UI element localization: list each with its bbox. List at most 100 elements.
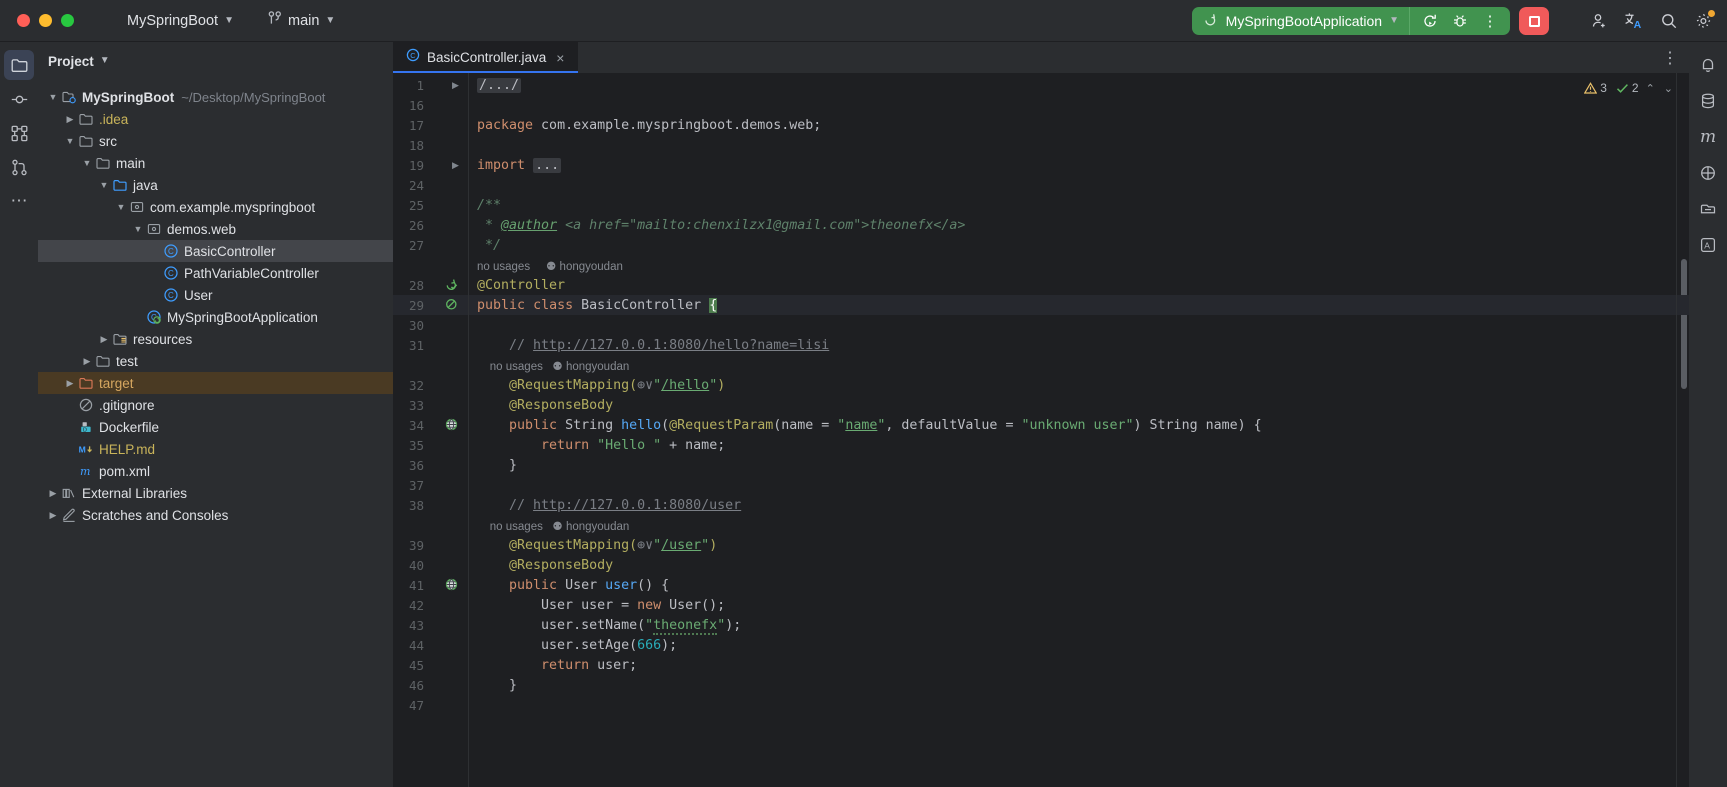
sidebar-item-project[interactable] xyxy=(4,50,34,80)
code-line[interactable]: user.setName("theonefx"); xyxy=(477,618,741,633)
chevron-down-icon[interactable]: ▼ xyxy=(131,224,145,234)
window-controls[interactable] xyxy=(0,14,74,27)
code-line[interactable]: * @author <a href="mailto:chenxilzx1@gma… xyxy=(477,218,965,233)
chevron-down-icon[interactable]: ▼ xyxy=(63,136,77,146)
tree-item-myspringbootapplication[interactable]: CMySpringBootApplication xyxy=(38,306,393,328)
chevron-right-icon[interactable]: ▶ xyxy=(97,334,111,345)
tree-item-basiccontroller[interactable]: CBasicController xyxy=(38,240,393,262)
code-line[interactable]: return user; xyxy=(477,658,637,673)
code-line[interactable]: /.../ xyxy=(477,78,521,93)
editor-body[interactable]: 1▶16171819▶24252627282930313233343536373… xyxy=(393,73,1689,787)
maximize-window-button[interactable] xyxy=(61,14,74,27)
chevron-down-icon[interactable]: ▼ xyxy=(80,158,94,168)
tree-item-myspringboot[interactable]: ▼MySpringBoot~/Desktop/MySpringBoot xyxy=(38,86,393,108)
spring-no-icon[interactable] xyxy=(445,298,459,312)
code-line[interactable]: package com.example.myspringboot.demos.w… xyxy=(477,118,821,133)
code-line[interactable]: public class BasicController { xyxy=(477,298,717,313)
code-line[interactable]: @ResponseBody xyxy=(477,398,613,413)
code-line[interactable]: // http://127.0.0.1:8080/hello?name=lisi xyxy=(477,338,829,353)
chevron-right-icon[interactable]: ▶ xyxy=(80,356,94,367)
code-line[interactable]: /** xyxy=(477,198,501,213)
tree-item-pom-xml[interactable]: mpom.xml xyxy=(38,460,393,482)
minimize-window-button[interactable] xyxy=(39,14,52,27)
fold-expand-icon[interactable]: ▶ xyxy=(452,160,459,171)
tree-item-scratches-and-consoles[interactable]: ▶Scratches and Consoles xyxy=(38,504,393,526)
tree-item-src[interactable]: ▼src xyxy=(38,130,393,152)
chevron-right-icon[interactable]: ▶ xyxy=(63,114,77,125)
code-line[interactable]: import ... xyxy=(477,158,561,173)
ai-assistant-button[interactable]: A xyxy=(1693,230,1723,260)
checks-count[interactable]: 2 xyxy=(1616,81,1639,95)
code-line[interactable]: user.setAge(666); xyxy=(477,638,677,653)
next-problem-button[interactable]: ⌄ xyxy=(1662,82,1675,95)
maven-button[interactable]: m xyxy=(1693,122,1723,152)
tree-item-external-libraries[interactable]: ▶External Libraries xyxy=(38,482,393,504)
chevron-down-icon[interactable]: ▼ xyxy=(100,56,110,66)
code-line[interactable]: public String hello(@RequestParam(name =… xyxy=(477,418,1262,433)
editor-gutter[interactable]: 1▶16171819▶24252627282930313233343536373… xyxy=(393,73,468,787)
chevron-down-icon[interactable]: ▼ xyxy=(114,202,128,212)
code-vision-hint[interactable]: no usages ⚉ hongyoudan xyxy=(477,359,629,373)
chevron-down-icon[interactable]: ▼ xyxy=(46,92,60,102)
debug-button[interactable] xyxy=(1446,9,1474,33)
vertical-scrollbar[interactable] xyxy=(1681,259,1687,389)
fold-expand-icon[interactable]: ▶ xyxy=(452,80,459,91)
tab-basiccontroller-java[interactable]: C BasicController.java × xyxy=(393,42,578,73)
sidebar-item-more[interactable]: ⋯ xyxy=(4,186,34,216)
code-line[interactable]: } xyxy=(477,678,517,693)
code-line[interactable]: @RequestMapping(⊕∨"/user") xyxy=(477,538,717,553)
notifications-button[interactable] xyxy=(1693,50,1723,80)
bean-validation-button[interactable] xyxy=(1693,158,1723,188)
code-line[interactable]: return "Hello " + name; xyxy=(477,438,725,453)
project-panel-header[interactable]: Project ▼ xyxy=(38,46,393,76)
tree-item-pathvariablecontroller[interactable]: CPathVariableController xyxy=(38,262,393,284)
inspection-widget[interactable]: 3 2 ⌃ ⌄ xyxy=(1584,81,1675,95)
tree-item-gitignore[interactable]: .gitignore xyxy=(38,394,393,416)
code-line[interactable]: @ResponseBody xyxy=(477,558,613,573)
code-vision-hint[interactable]: no usages ⚉ hongyoudan xyxy=(477,259,623,273)
sidebar-item-commit[interactable] xyxy=(4,84,34,114)
tree-item-test[interactable]: ▶test xyxy=(38,350,393,372)
close-icon[interactable]: × xyxy=(553,50,567,66)
branch-selector[interactable]: main ▼ xyxy=(260,7,343,34)
tree-item-user[interactable]: CUser xyxy=(38,284,393,306)
spring-bean-icon[interactable] xyxy=(445,278,459,292)
project-tree[interactable]: ▼MySpringBoot~/Desktop/MySpringBoot▶.ide… xyxy=(38,76,393,526)
chevron-right-icon[interactable]: ▶ xyxy=(63,378,77,389)
tree-item-help-md[interactable]: MHELP.md xyxy=(38,438,393,460)
translate-button[interactable]: A xyxy=(1618,6,1649,36)
code-line[interactable]: @Controller xyxy=(477,278,565,293)
marker-column[interactable] xyxy=(1677,73,1689,787)
code-line[interactable]: User user = new User(); xyxy=(477,598,725,613)
add-user-button[interactable] xyxy=(1583,6,1614,36)
chevron-right-icon[interactable]: ▶ xyxy=(46,510,60,521)
web-endpoint-icon[interactable] xyxy=(445,578,459,592)
code-area[interactable]: 3 2 ⌃ ⌄ /.../ package com.example.mysprin… xyxy=(468,73,1689,787)
warnings-count[interactable]: 3 xyxy=(1584,81,1607,95)
code-line[interactable]: */ xyxy=(477,238,501,253)
tree-item-idea[interactable]: ▶.idea xyxy=(38,108,393,130)
code-line[interactable]: } xyxy=(477,458,517,473)
more-vertical-icon[interactable]: ⋮ xyxy=(1662,48,1679,68)
tree-item-dockerfile[interactable]: DDockerfile xyxy=(38,416,393,438)
endpoints-button[interactable] xyxy=(1693,194,1723,224)
more-run-options-button[interactable]: ⋮ xyxy=(1476,9,1504,33)
close-window-button[interactable] xyxy=(17,14,30,27)
tree-item-resources[interactable]: ▶resources xyxy=(38,328,393,350)
tree-item-main[interactable]: ▼main xyxy=(38,152,393,174)
sidebar-item-pull-requests[interactable] xyxy=(4,152,34,182)
chevron-down-icon[interactable]: ▼ xyxy=(97,180,111,190)
code-line[interactable]: // http://127.0.0.1:8080/user xyxy=(477,498,741,513)
rerun-button[interactable] xyxy=(1416,9,1444,33)
tree-item-demos-web[interactable]: ▼demos.web xyxy=(38,218,393,240)
project-selector[interactable]: MySpringBoot ▼ xyxy=(119,9,242,33)
previous-problem-button[interactable]: ⌃ xyxy=(1644,82,1657,95)
search-button[interactable] xyxy=(1653,6,1684,36)
code-vision-hint[interactable]: no usages ⚉ hongyoudan xyxy=(477,519,629,533)
code-line[interactable]: public User user() { xyxy=(477,578,669,593)
run-configuration-selector[interactable]: MySpringBootApplication ▼ xyxy=(1192,7,1409,35)
chevron-right-icon[interactable]: ▶ xyxy=(46,488,60,499)
sidebar-item-structure[interactable] xyxy=(4,118,34,148)
settings-button[interactable] xyxy=(1688,6,1719,36)
web-endpoint-icon[interactable] xyxy=(445,418,459,432)
